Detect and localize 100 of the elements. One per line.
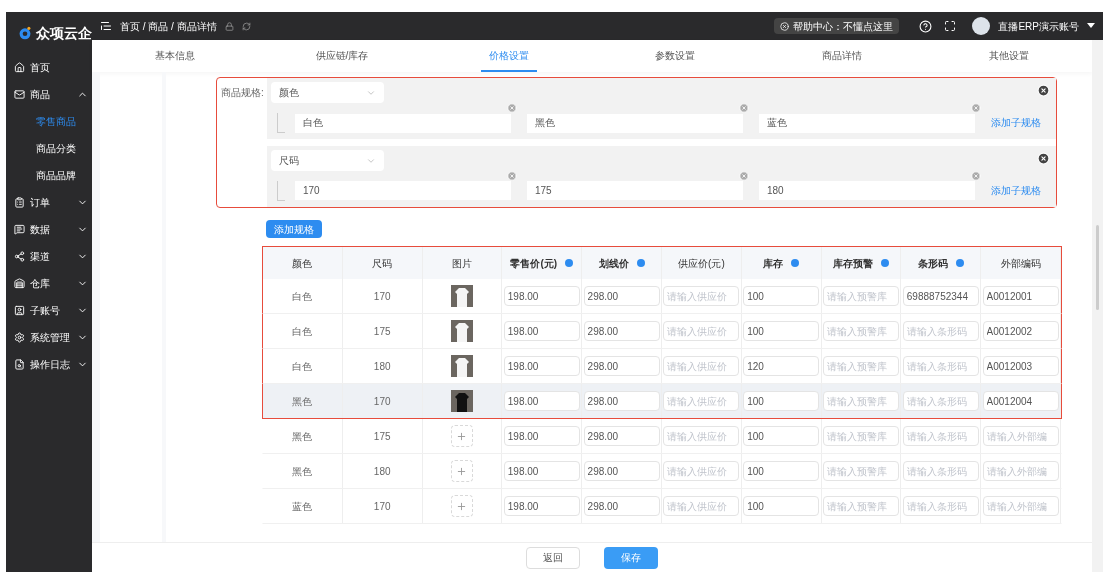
spec-value-field[interactable]: 白色 bbox=[295, 113, 511, 133]
back-button[interactable]: 返回 bbox=[526, 546, 580, 569]
column-header: 库存预警 bbox=[832, 256, 873, 271]
plus-icon bbox=[456, 500, 468, 512]
spec-label: 商品规格: bbox=[220, 86, 265, 100]
table-cell-text: 170 bbox=[373, 394, 391, 409]
table-input[interactable]: A0012001 bbox=[982, 286, 1059, 306]
account-name[interactable]: 直播ERP演示账号 bbox=[998, 18, 1079, 34]
upload-button[interactable] bbox=[451, 495, 473, 517]
column-header: 图片 bbox=[452, 256, 472, 271]
sidebar-subitem[interactable]: 商品品牌 bbox=[6, 162, 92, 189]
table-cell-text: 180 bbox=[373, 464, 391, 479]
tab[interactable]: 基本信息 bbox=[147, 40, 204, 72]
column-header: 尺码 bbox=[372, 256, 393, 271]
table-cell-text: 黑色 bbox=[292, 429, 313, 444]
fullscreen-icon[interactable] bbox=[944, 20, 957, 32]
plus-icon bbox=[456, 465, 468, 477]
sidebar-item[interactable]: 渠道 bbox=[6, 243, 92, 270]
tab[interactable]: 参数设置 bbox=[647, 40, 704, 72]
sidebar-item[interactable]: 子账号 bbox=[6, 297, 92, 324]
column-header: 划线价 bbox=[598, 256, 629, 271]
share-icon bbox=[14, 251, 25, 262]
refresh-icon[interactable] bbox=[241, 21, 251, 31]
sidebar-item[interactable]: 数据 bbox=[6, 216, 92, 243]
column-header: 库存 bbox=[763, 256, 784, 271]
table-input[interactable]: 100 bbox=[743, 321, 820, 341]
close-icon[interactable] bbox=[1037, 84, 1050, 97]
column-header: 外部编码 bbox=[1000, 256, 1041, 271]
sidebar-item[interactable]: 首页 bbox=[6, 54, 92, 81]
logo-icon bbox=[18, 24, 32, 42]
spec-value-field[interactable]: 175 bbox=[527, 181, 743, 200]
tab[interactable]: 商品详情 bbox=[814, 40, 870, 72]
close-icon[interactable] bbox=[1037, 152, 1050, 165]
tab[interactable]: 价格设置 bbox=[480, 40, 537, 72]
table-input[interactable]: 100 bbox=[743, 426, 820, 446]
close-icon[interactable] bbox=[780, 21, 790, 31]
scrollbar[interactable] bbox=[1092, 40, 1103, 572]
table-input[interactable]: 69888752344 bbox=[902, 286, 979, 306]
column-header: 条形码 bbox=[917, 256, 948, 271]
table-input[interactable]: 100 bbox=[743, 286, 820, 306]
table-input[interactable]: 120 bbox=[743, 356, 820, 376]
sidebar-item[interactable]: 操作日志 bbox=[6, 351, 92, 378]
table-input[interactable]: 198.00 bbox=[503, 356, 580, 376]
sidebar-item[interactable]: 订单 bbox=[6, 189, 92, 216]
home-icon bbox=[14, 62, 25, 73]
upload-button[interactable] bbox=[451, 460, 473, 482]
help-badge[interactable]: 帮助中心：不懂点这里 bbox=[774, 18, 900, 34]
remove-icon[interactable] bbox=[507, 171, 517, 181]
caret-icon[interactable] bbox=[1087, 23, 1095, 29]
table-input[interactable]: 100 bbox=[743, 496, 820, 516]
table-input[interactable]: 100 bbox=[743, 391, 820, 411]
remove-icon[interactable] bbox=[971, 171, 981, 181]
table-cell-text: 180 bbox=[373, 359, 391, 374]
remove-icon[interactable] bbox=[971, 103, 981, 113]
table-input[interactable]: 298.00 bbox=[583, 286, 660, 306]
table-input[interactable]: 198.00 bbox=[503, 391, 580, 411]
tab[interactable]: 其他设置 bbox=[980, 40, 1037, 72]
spec-name-select[interactable]: 颜色 bbox=[271, 82, 384, 103]
menu-icon[interactable] bbox=[100, 20, 112, 32]
table-input[interactable]: 100 bbox=[743, 461, 820, 481]
table-input[interactable]: 298.00 bbox=[583, 496, 660, 516]
tab[interactable]: 供应链/库存 bbox=[307, 40, 377, 72]
table-input[interactable]: A0012004 bbox=[982, 391, 1059, 411]
table-input[interactable]: 298.00 bbox=[583, 321, 660, 341]
remove-icon[interactable] bbox=[507, 103, 517, 113]
lock-icon[interactable] bbox=[224, 21, 234, 31]
table-input[interactable]: 198.00 bbox=[503, 426, 580, 446]
sidebar-item[interactable]: 仓库 bbox=[6, 270, 92, 297]
spec-value-field[interactable]: 蓝色 bbox=[759, 113, 975, 133]
table-input[interactable]: 298.00 bbox=[583, 426, 660, 446]
sidebar-subitem[interactable]: 零售商品 bbox=[6, 108, 92, 135]
upload-button[interactable] bbox=[451, 425, 473, 447]
table-input[interactable]: 298.00 bbox=[583, 461, 660, 481]
table-cell-text: 175 bbox=[373, 324, 391, 339]
table-cell-text: 黑色 bbox=[292, 394, 313, 409]
table-cell-text: 175 bbox=[373, 429, 391, 444]
help-icon[interactable] bbox=[919, 19, 933, 33]
sidebar-item[interactable]: 商品 bbox=[6, 81, 92, 108]
table-input[interactable]: A0012002 bbox=[982, 321, 1059, 341]
avatar[interactable] bbox=[972, 17, 991, 35]
settings-icon bbox=[14, 332, 25, 343]
spec-name-select[interactable]: 尺码 bbox=[271, 150, 384, 171]
logo-text: 众项云企 bbox=[36, 23, 92, 43]
table-input[interactable]: 198.00 bbox=[503, 496, 580, 516]
table-input[interactable]: 198.00 bbox=[503, 461, 580, 481]
warehouse-icon bbox=[14, 278, 25, 289]
table-input[interactable]: 298.00 bbox=[583, 356, 660, 376]
table-input[interactable]: 298.00 bbox=[583, 391, 660, 411]
table-cell-text: 白色 bbox=[292, 359, 313, 374]
remove-icon[interactable] bbox=[739, 171, 749, 181]
clipboard-icon bbox=[14, 197, 25, 208]
table-input[interactable]: 198.00 bbox=[503, 286, 580, 306]
spec-value-field[interactable]: 黑色 bbox=[527, 113, 743, 133]
sidebar-item[interactable]: 系统管理 bbox=[6, 324, 92, 351]
spec-value-field[interactable]: 180 bbox=[759, 181, 975, 200]
table-input[interactable]: A0012003 bbox=[982, 356, 1059, 376]
spec-value-field[interactable]: 170 bbox=[295, 181, 511, 200]
sidebar-subitem[interactable]: 商品分类 bbox=[6, 135, 92, 162]
table-input[interactable]: 198.00 bbox=[503, 321, 580, 341]
remove-icon[interactable] bbox=[739, 103, 749, 113]
